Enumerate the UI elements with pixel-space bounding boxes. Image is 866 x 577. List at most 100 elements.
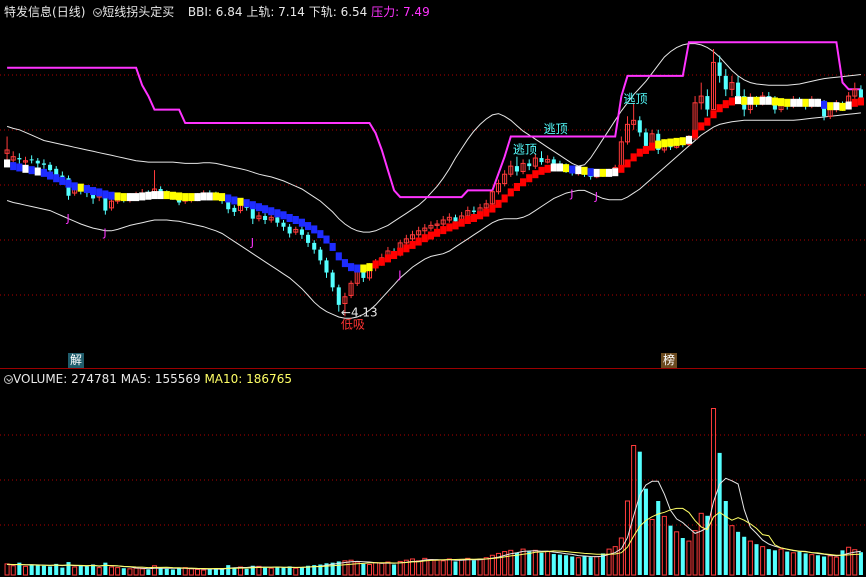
volume-label[interactable]: VOLUME: bbox=[13, 372, 71, 386]
volume-bar-up bbox=[22, 565, 29, 576]
bbi-block bbox=[796, 98, 803, 107]
volume-bar-down bbox=[220, 568, 225, 575]
ma5-label: MA5: bbox=[120, 372, 155, 386]
volume-bar-down bbox=[742, 536, 747, 575]
candle-body-down bbox=[514, 166, 519, 172]
indicator-dropdown-icon[interactable] bbox=[93, 8, 103, 17]
volume-dropdown-icon[interactable] bbox=[4, 375, 13, 384]
bbi-block bbox=[771, 97, 778, 106]
bbi-block bbox=[581, 166, 588, 175]
volume-bar-up bbox=[194, 568, 201, 576]
volume-bar-down bbox=[170, 569, 175, 575]
candle-body-down bbox=[539, 158, 544, 163]
bbi-block bbox=[139, 192, 146, 201]
volume-bar-down bbox=[29, 564, 34, 575]
bbi-block bbox=[593, 168, 600, 177]
j-marker: J bbox=[66, 212, 70, 225]
bbi-block bbox=[335, 252, 342, 261]
volume-bar-down bbox=[736, 531, 741, 575]
bbi-block bbox=[102, 190, 109, 199]
bbi-block bbox=[655, 140, 662, 149]
grid-layer bbox=[0, 74, 866, 526]
bbi-block bbox=[495, 199, 502, 208]
bbi-block bbox=[692, 129, 699, 138]
volume-bar-down bbox=[78, 565, 83, 575]
bbi-block bbox=[83, 185, 90, 194]
bbi-block bbox=[182, 193, 189, 202]
volume-bar-down bbox=[392, 564, 397, 575]
volume-bar-up bbox=[827, 555, 833, 576]
bbi-block bbox=[40, 168, 47, 177]
volume-bar-up bbox=[760, 546, 766, 576]
candle-body-down bbox=[312, 242, 317, 250]
volume-bar-up bbox=[747, 540, 753, 576]
candle-body-down bbox=[275, 217, 280, 223]
lower-band-line bbox=[6, 112, 861, 319]
candle-body-down bbox=[318, 249, 323, 261]
candle-body-down bbox=[330, 272, 335, 288]
volume-bar-down bbox=[588, 557, 593, 575]
volume-bar-down bbox=[146, 569, 151, 575]
candle-body-down bbox=[324, 260, 329, 273]
bbi-block bbox=[90, 187, 97, 196]
bbi-block bbox=[22, 164, 29, 173]
bbi-block bbox=[483, 208, 490, 217]
bbi-block bbox=[513, 183, 520, 191]
bbi-block bbox=[556, 163, 563, 172]
bbi-block bbox=[464, 216, 471, 224]
volume-bar-down bbox=[453, 561, 458, 575]
stock-chart-window: ←4.13 低吸 逃顶 逃顶 逃顶 J J J J J J 特发信息(日线) 短线拐头定买 BBI:… bbox=[0, 0, 866, 577]
bbi-block bbox=[722, 100, 729, 109]
j-marker: J bbox=[594, 190, 598, 203]
event-tag-right[interactable]: 榜 bbox=[661, 353, 678, 368]
upper-value: 7.14 bbox=[278, 5, 305, 19]
bbi-block bbox=[808, 98, 815, 107]
bbi-block bbox=[741, 96, 748, 105]
panel-separator bbox=[0, 368, 866, 369]
bbi-block bbox=[163, 191, 170, 200]
bbi-block bbox=[145, 191, 152, 200]
candle-body-down bbox=[705, 96, 710, 110]
volume-bar-layer bbox=[4, 408, 863, 576]
bbi-block bbox=[415, 237, 422, 246]
bbi-block bbox=[200, 192, 207, 201]
bbi-block bbox=[262, 205, 269, 214]
volume-bar-down bbox=[103, 562, 108, 575]
volume-bar-down bbox=[785, 551, 790, 575]
volume-bar-down bbox=[803, 553, 808, 575]
candle-body-down bbox=[17, 158, 22, 160]
volume-bar-down bbox=[263, 567, 268, 575]
candle-body-down bbox=[723, 75, 728, 90]
candle-body-down bbox=[232, 207, 237, 212]
candle-body-down bbox=[453, 217, 458, 222]
indicator-name[interactable]: 短线拐头定买 bbox=[102, 5, 174, 19]
signal-label: 低吸 bbox=[341, 317, 365, 331]
bbi-block bbox=[421, 234, 428, 243]
bbi-block bbox=[685, 135, 692, 144]
event-tag-left[interactable]: 解 bbox=[68, 353, 85, 368]
bbi-block bbox=[698, 122, 705, 131]
bbi-block bbox=[765, 96, 772, 105]
candle-body-down bbox=[637, 120, 642, 133]
bbi-block bbox=[477, 211, 484, 220]
volume-bar-down bbox=[158, 568, 163, 575]
main-indicator-header: 特发信息(日线) 短线拐头定买 BBI: 6.84 上轨: 7.14 下轨: 6… bbox=[0, 3, 430, 21]
candle-body-down bbox=[48, 164, 53, 171]
bbi-block bbox=[630, 153, 637, 162]
volume-bar-down bbox=[527, 551, 532, 575]
bbi-block bbox=[391, 251, 398, 260]
bbi-block bbox=[16, 163, 23, 172]
volume-bar-down bbox=[41, 565, 46, 575]
bbi-block bbox=[157, 191, 164, 200]
volume-bar-up bbox=[790, 552, 796, 576]
volume-bar-up bbox=[428, 559, 434, 576]
bbi-block bbox=[219, 193, 226, 202]
volume-bar-down bbox=[48, 566, 53, 575]
volume-bar-up bbox=[674, 531, 680, 576]
volume-bar-up bbox=[397, 560, 403, 576]
bbi-block bbox=[378, 257, 385, 266]
bbi-block bbox=[151, 191, 158, 200]
volume-bar-up bbox=[846, 546, 852, 576]
candle-body-down bbox=[858, 89, 863, 99]
chart-canvas: ←4.13低吸逃顶逃顶逃顶JJJJJ J bbox=[0, 41, 866, 576]
